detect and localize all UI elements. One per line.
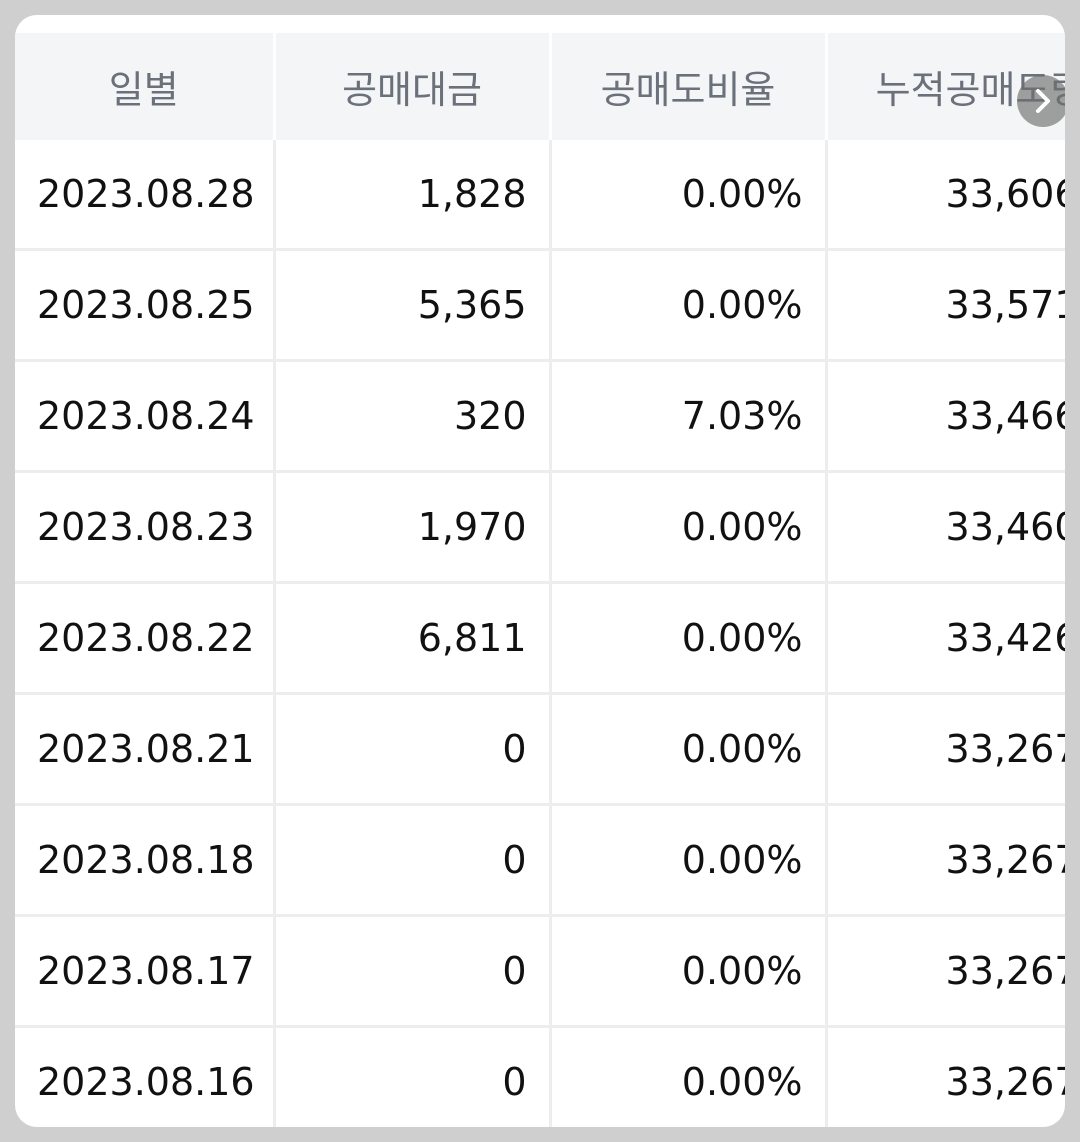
header-short-ratio: 공매도비율	[550, 33, 828, 140]
cell-amount: 0	[274, 693, 552, 806]
cell-cumulative: 33,460	[826, 471, 1065, 584]
short-selling-card: 일별 공매대금 공매도비율 누적공매도량 2023.08.28 1,828 0.…	[15, 15, 1065, 1127]
cell-date: 2023.08.25	[15, 249, 276, 362]
cell-ratio: 0.00%	[550, 1026, 828, 1127]
table-row: 2023.08.25 5,365 0.00% 33,571	[15, 249, 1065, 362]
cell-ratio: 0.00%	[550, 804, 828, 917]
table-row: 2023.08.17 0 0.00% 33,267	[15, 915, 1065, 1028]
cell-cumulative: 33,267	[826, 693, 1065, 806]
header-date: 일별	[15, 33, 276, 140]
table-header-row: 일별 공매대금 공매도비율 누적공매도량	[15, 33, 1065, 140]
table-row: 2023.08.16 0 0.00% 33,267	[15, 1026, 1065, 1127]
cell-ratio: 7.03%	[550, 360, 828, 473]
table-row: 2023.08.22 6,811 0.00% 33,426	[15, 582, 1065, 695]
table-row: 2023.08.23 1,970 0.00% 33,460	[15, 471, 1065, 584]
table-row: 2023.08.24 320 7.03% 33,466	[15, 360, 1065, 473]
cell-cumulative: 33,571	[826, 249, 1065, 362]
cell-amount: 6,811	[274, 582, 552, 695]
cell-ratio: 0.00%	[550, 140, 828, 251]
chevron-right-icon	[1036, 89, 1050, 113]
cell-cumulative: 33,267	[826, 915, 1065, 1028]
cell-cumulative: 33,466	[826, 360, 1065, 473]
cell-ratio: 0.00%	[550, 471, 828, 584]
cell-date: 2023.08.28	[15, 140, 276, 251]
cell-amount: 320	[274, 360, 552, 473]
cell-ratio: 0.00%	[550, 249, 828, 362]
cell-date: 2023.08.17	[15, 915, 276, 1028]
table-row: 2023.08.21 0 0.00% 33,267	[15, 693, 1065, 806]
cell-amount: 5,365	[274, 249, 552, 362]
cell-ratio: 0.00%	[550, 915, 828, 1028]
cell-amount: 1,970	[274, 471, 552, 584]
cell-amount: 0	[274, 804, 552, 917]
cell-date: 2023.08.16	[15, 1026, 276, 1127]
header-short-amount: 공매대금	[274, 33, 552, 140]
cell-cumulative: 33,426	[826, 582, 1065, 695]
table-row: 2023.08.18 0 0.00% 33,267	[15, 804, 1065, 917]
cell-date: 2023.08.21	[15, 693, 276, 806]
table-row: 2023.08.28 1,828 0.00% 33,606	[15, 140, 1065, 251]
cell-amount: 0	[274, 915, 552, 1028]
cell-amount: 0	[274, 1026, 552, 1127]
cell-cumulative: 33,267	[826, 1026, 1065, 1127]
cell-date: 2023.08.24	[15, 360, 276, 473]
cell-ratio: 0.00%	[550, 582, 828, 695]
cell-ratio: 0.00%	[550, 693, 828, 806]
cell-amount: 1,828	[274, 140, 552, 251]
short-selling-table: 일별 공매대금 공매도비율 누적공매도량 2023.08.28 1,828 0.…	[15, 33, 1065, 1127]
scroll-right-button[interactable]	[1017, 75, 1065, 127]
cell-cumulative: 33,606	[826, 140, 1065, 251]
cell-cumulative: 33,267	[826, 804, 1065, 917]
cell-date: 2023.08.23	[15, 471, 276, 584]
cell-date: 2023.08.22	[15, 582, 276, 695]
cell-date: 2023.08.18	[15, 804, 276, 917]
